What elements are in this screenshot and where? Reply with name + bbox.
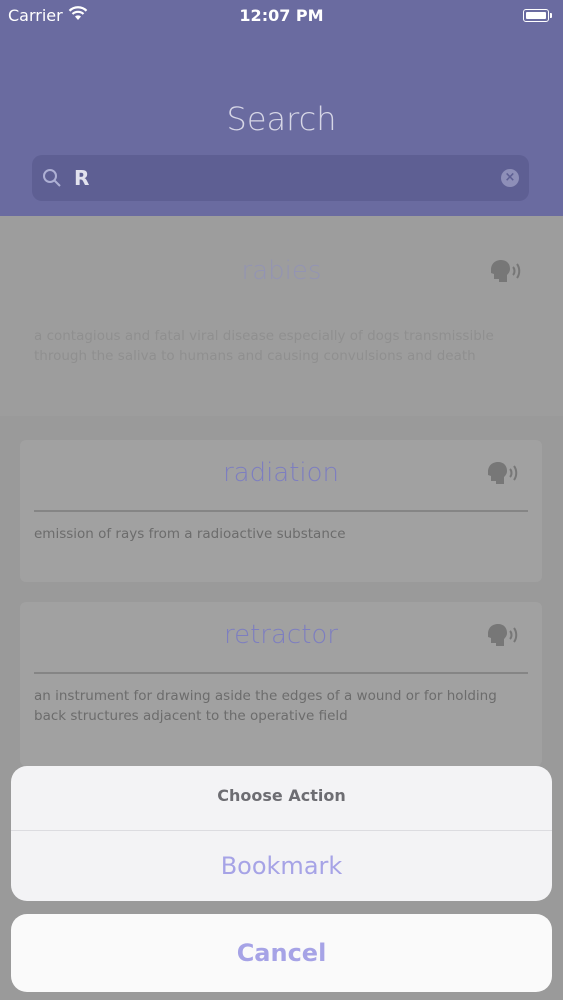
battery-icon	[523, 9, 552, 22]
cancel-button[interactable]: Cancel	[11, 914, 552, 992]
definition-text: an instrument for drawing aside the edge…	[34, 688, 497, 724]
list-item[interactable]: radiation emission of rays from a radioa…	[20, 440, 542, 582]
bookmark-button[interactable]: Bookmark	[11, 831, 552, 901]
header: Search ×	[0, 0, 563, 216]
page-title: Search	[226, 100, 337, 138]
definition-text: a contagious and fatal viral disease esp…	[34, 328, 494, 364]
search-input[interactable]	[72, 162, 486, 194]
speak-icon[interactable]	[487, 258, 523, 284]
action-sheet-title: Choose Action	[217, 786, 346, 805]
status-bar: Carrier 12:07 PM	[0, 0, 563, 30]
list-item[interactable]: retractor an instrument for drawing asid…	[20, 602, 542, 766]
speak-icon[interactable]	[484, 460, 520, 486]
search-bar[interactable]: ×	[32, 155, 529, 201]
status-time: 12:07 PM	[239, 6, 324, 25]
list-item[interactable]: rabies a contagious and fatal viral dise…	[0, 216, 563, 416]
word-label: rabies	[241, 256, 322, 286]
definition-text: emission of rays from a radioactive subs…	[34, 526, 346, 542]
action-sheet: Choose Action Bookmark	[11, 766, 552, 901]
speak-icon[interactable]	[484, 622, 520, 648]
search-icon	[43, 169, 61, 187]
word-label: retractor	[223, 620, 339, 650]
divider	[34, 672, 528, 674]
clear-icon[interactable]: ×	[501, 169, 519, 187]
divider	[34, 510, 528, 512]
word-label: radiation	[222, 458, 340, 488]
